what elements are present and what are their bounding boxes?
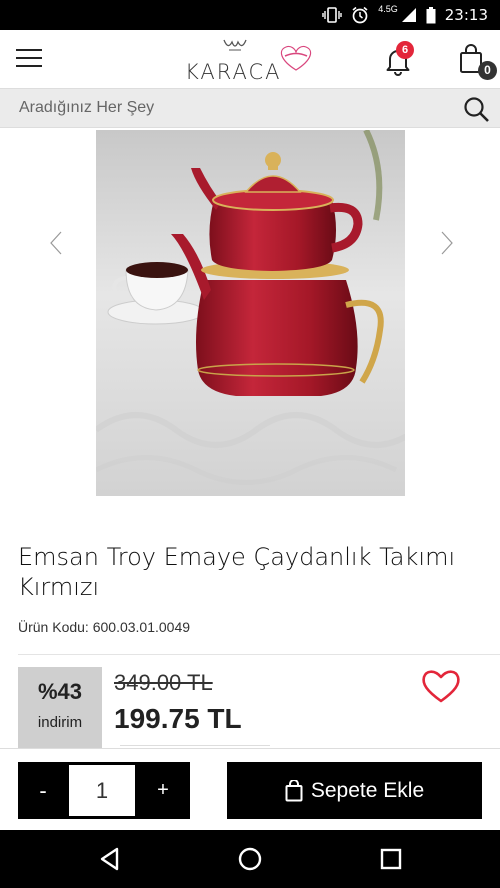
status-time: 23:13 — [444, 6, 488, 24]
love-badge-icon — [280, 45, 312, 71]
quantity-stepper: - + — [18, 762, 190, 819]
system-navigation-bar — [0, 830, 500, 888]
signal-icon — [401, 7, 417, 23]
product-code: Ürün Kodu: 600.03.01.0049 — [18, 619, 191, 635]
quantity-input[interactable] — [69, 765, 135, 816]
notification-badge: 6 — [396, 41, 414, 59]
product-title: Emsan Troy Emaye Çaydanlık Takımı Kırmız… — [18, 543, 456, 601]
search-input[interactable] — [0, 89, 450, 127]
menu-icon[interactable] — [16, 49, 42, 69]
old-price: 349.00 TL — [114, 670, 213, 695]
decrease-quantity-button[interactable]: - — [18, 762, 68, 819]
search-icon[interactable] — [462, 95, 490, 123]
battery-icon — [426, 6, 436, 24]
logo-text: KARACA — [185, 60, 282, 84]
notification-button[interactable]: 6 — [383, 41, 414, 76]
bottom-action-bar: - + Sepete Ekle — [0, 748, 500, 830]
home-icon[interactable] — [237, 846, 263, 872]
brand-logo[interactable]: KARACA — [180, 38, 320, 84]
next-image-arrow-icon[interactable] — [434, 228, 458, 258]
discount-badge: %43 indirim — [18, 667, 102, 749]
status-bar: 4.5G 23:13 — [0, 0, 500, 30]
alarm-icon — [351, 6, 369, 24]
new-price: 199.75 TL — [114, 703, 242, 734]
vibrate-icon — [322, 7, 342, 23]
increase-quantity-button[interactable]: + — [138, 762, 188, 819]
cart-count-badge: 0 — [478, 61, 497, 80]
add-to-cart-label: Sepete Ekle — [310, 778, 425, 802]
shopping-bag-icon — [285, 779, 303, 801]
discount-percent: %43 — [37, 679, 83, 704]
discount-label: indirim — [37, 714, 83, 731]
search-bar — [0, 88, 500, 128]
favorite-heart-icon[interactable] — [421, 668, 461, 704]
recent-apps-icon[interactable] — [378, 846, 404, 872]
add-to-cart-button[interactable]: Sepete Ekle — [227, 762, 482, 819]
network-label: 4.5G — [378, 4, 398, 14]
divider — [18, 654, 500, 655]
product-gallery — [0, 128, 500, 498]
back-icon[interactable] — [97, 846, 123, 872]
crown-icon — [223, 39, 247, 51]
app-header: KARACA 6 0 — [0, 30, 500, 88]
product-image[interactable] — [96, 130, 405, 496]
previous-image-arrow-icon[interactable] — [45, 228, 69, 258]
cart-button[interactable]: 0 — [459, 44, 497, 80]
